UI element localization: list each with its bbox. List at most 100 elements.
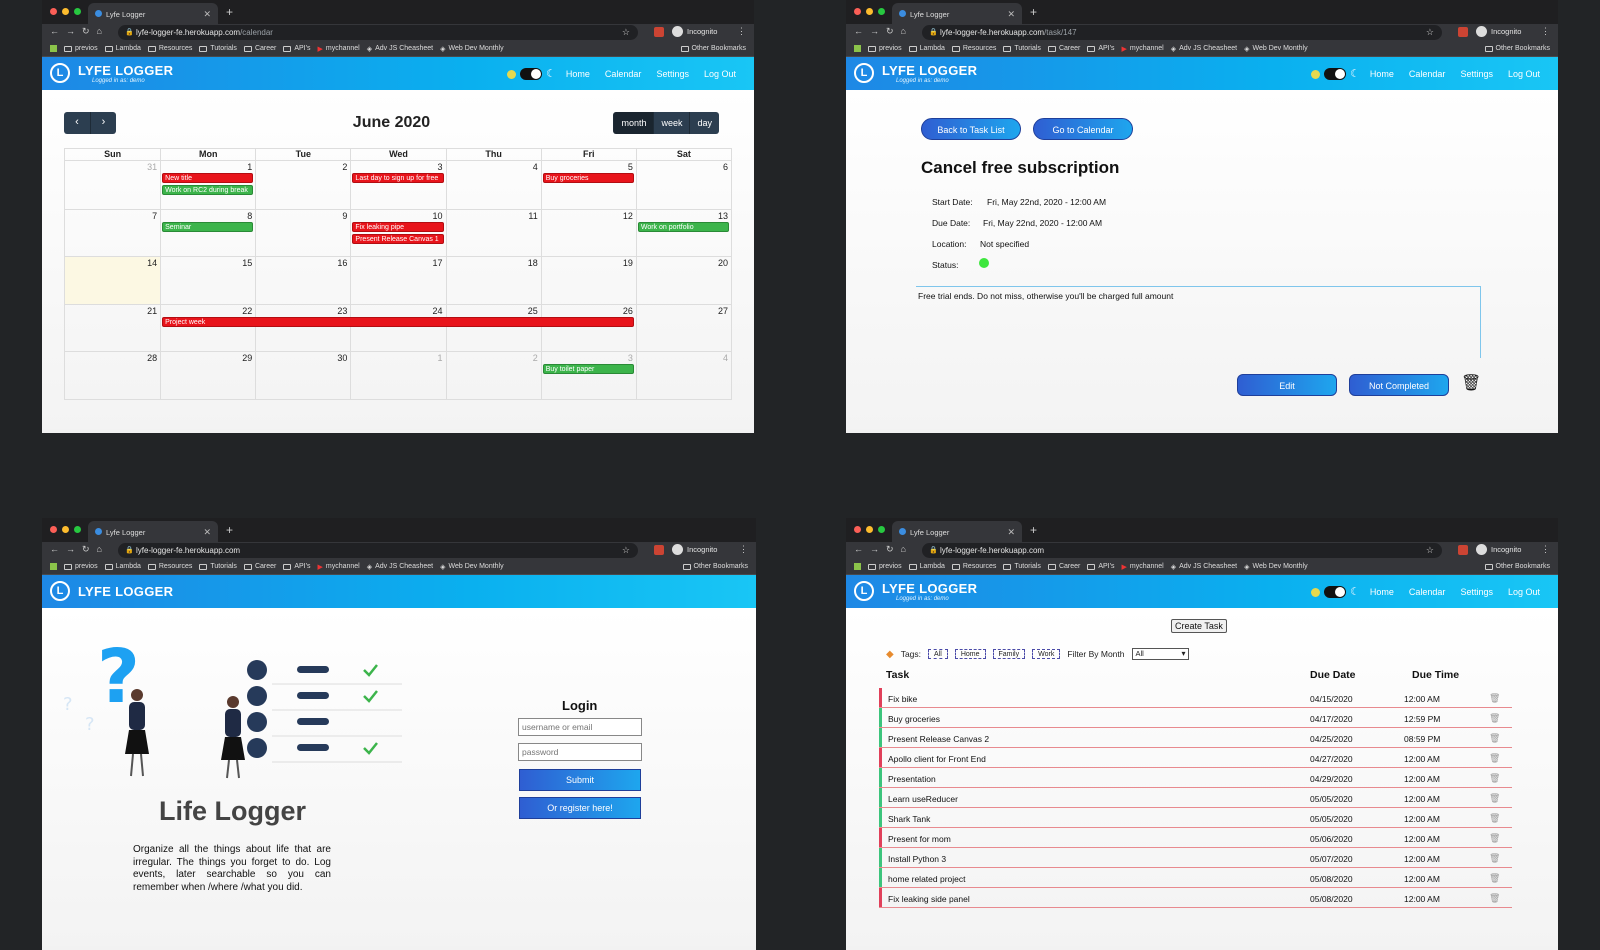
bookmark-item[interactable]: Career (243, 563, 276, 570)
day-number[interactable]: 29 (242, 353, 252, 363)
theme-toggle[interactable]: ☾ (507, 68, 556, 80)
brand-name[interactable]: LYFE LOGGER (78, 584, 173, 599)
bookmark-item[interactable]: ◈ Web Dev Monthly (1244, 45, 1308, 53)
bookmark-item[interactable]: ◈ Adv JS Cheasheet (1171, 45, 1237, 53)
other-bookmarks[interactable]: Other Bookmarks (680, 45, 746, 52)
delete-task-icon[interactable]: 🗑 (1489, 773, 1500, 784)
theme-toggle[interactable]: ☾ (1311, 586, 1360, 598)
day-cell[interactable]: 19 (540, 257, 636, 304)
bookmark-item[interactable]: Lambda (908, 45, 945, 52)
delete-task-icon[interactable]: 🗑 (1489, 693, 1500, 704)
maximize-dot[interactable] (878, 8, 885, 15)
bookmark-item[interactable]: API's (283, 563, 310, 570)
nav-home[interactable]: Home (1370, 69, 1394, 79)
task-description[interactable]: Free trial ends. Do not miss, otherwise … (916, 286, 1481, 358)
task-row[interactable]: Shark Tank 05/05/2020 12:00 AM 🗑 (879, 808, 1512, 828)
bookmark-item[interactable]: Tutorials (199, 45, 237, 52)
browser-tab[interactable]: Lyfe Logger ✕ (892, 521, 1022, 542)
logo-icon[interactable]: L (854, 581, 874, 601)
tag-all-button[interactable]: All (928, 649, 948, 659)
bookmark-item[interactable]: ▶ mychannel (317, 45, 359, 53)
task-row[interactable]: Buy groceries 04/17/2020 12:59 PM 🗑 (879, 708, 1512, 728)
bookmark-item[interactable]: ▶ mychannel (1121, 45, 1163, 53)
task-row[interactable]: Present Release Canvas 2 04/25/2020 08:59 … (879, 728, 1512, 748)
extension-icon[interactable] (1458, 27, 1468, 37)
reload-icon[interactable]: ↻ (886, 26, 894, 37)
calendar-event[interactable]: Work on portfolio (637, 221, 729, 232)
day-number[interactable]: 12 (623, 211, 633, 221)
new-tab-icon[interactable]: + (226, 5, 233, 19)
delete-task-icon[interactable]: 🗑 (1489, 733, 1500, 744)
day-cell[interactable]: 6 (635, 161, 731, 209)
bookmark-item[interactable]: Career (243, 45, 276, 52)
browser-menu-icon[interactable]: ⋮ (739, 544, 748, 555)
forward-icon[interactable]: → (66, 26, 75, 37)
address-bar[interactable]: 🔒 lyfe-logger-fe.herokuapp.com ☆ (922, 543, 1442, 558)
day-number[interactable]: 23 (337, 306, 347, 316)
tag-family-button[interactable]: Family (992, 649, 1026, 659)
brand-name[interactable]: LYFE LOGGER (78, 63, 173, 78)
task-row[interactable]: Present for mom 05/06/2020 12:00 AM 🗑 (879, 828, 1512, 848)
day-cell[interactable]: 8 (160, 209, 255, 256)
bookmark-item[interactable]: API's (283, 45, 310, 52)
theme-toggle[interactable]: ☾ (1311, 68, 1360, 80)
task-row[interactable]: Apollo client for Front End 04/27/2020 12:… (879, 748, 1512, 768)
day-cell[interactable]: 16 (255, 257, 350, 304)
day-cell[interactable]: 25 (445, 304, 541, 351)
incognito-badge[interactable]: Incognito (672, 26, 717, 37)
bookmark-star-icon[interactable]: ☆ (622, 27, 630, 38)
nav-settings[interactable]: Settings (656, 69, 689, 79)
bookmark-item[interactable]: Resources (951, 563, 996, 570)
day-cell[interactable]: 15 (160, 257, 255, 304)
calendar-event[interactable]: Buy toilet paper (542, 364, 634, 374)
back-to-task-list-button[interactable]: Back to Task List (921, 118, 1021, 140)
tag-work-button[interactable]: Work (1032, 649, 1061, 659)
create-task-button[interactable]: Create Task (1171, 619, 1227, 633)
logo-icon[interactable]: L (854, 63, 874, 83)
bookmark-item[interactable]: previos (64, 563, 98, 570)
task-row[interactable]: Learn useReducer 05/05/2020 12:00 AM 🗑 (879, 788, 1512, 808)
browser-tab[interactable]: Lyfe Logger ✕ (88, 521, 218, 542)
home-icon[interactable]: ⌂ (901, 544, 906, 555)
nav-calendar[interactable]: Calendar (1409, 69, 1446, 79)
nav-logout[interactable]: Log Out (1508, 587, 1540, 597)
delete-task-icon[interactable]: 🗑 (1489, 793, 1500, 804)
apps-icon[interactable] (854, 45, 861, 52)
day-cell[interactable]: 27 (635, 304, 731, 351)
address-bar[interactable]: 🔒 lyfe-logger-fe.herokuapp.com ☆ (118, 543, 638, 558)
address-bar[interactable]: 🔒 lyfe-logger-fe.herokuapp.com/task/147 ☆ (922, 25, 1442, 40)
day-cell[interactable]: 3 (350, 161, 445, 209)
address-bar[interactable]: 🔒 lyfe-logger-fe.herokuapp.com/calendar ☆ (118, 25, 638, 40)
browser-menu-icon[interactable]: ⋮ (1541, 26, 1550, 37)
bookmark-item[interactable]: Tutorials (199, 563, 237, 570)
day-number[interactable]: 1 (438, 353, 443, 363)
browser-tab[interactable]: Lyfe Logger ✕ (88, 3, 218, 24)
day-number[interactable]: 11 (528, 211, 537, 221)
new-tab-icon[interactable]: + (1030, 523, 1037, 537)
nav-logout[interactable]: Log Out (704, 69, 736, 79)
other-bookmarks[interactable]: Other Bookmarks (682, 563, 748, 570)
bookmark-item[interactable]: ◈ Adv JS Cheasheet (1171, 563, 1237, 571)
day-cell[interactable]: 22 (160, 304, 255, 351)
calendar-event[interactable]: Fix leaking pipe (352, 221, 444, 232)
forward-icon[interactable]: → (870, 544, 879, 555)
task-row[interactable]: Install Python 3 05/07/2020 12:00 AM 🗑 (879, 848, 1512, 868)
day-cell[interactable]: 17 (350, 257, 445, 304)
day-number[interactable]: 18 (528, 258, 538, 268)
theme-switch[interactable] (520, 68, 543, 80)
bookmark-item[interactable]: ◈ Adv JS Cheasheet (367, 563, 433, 571)
day-number[interactable]: 15 (242, 258, 252, 268)
incognito-badge[interactable]: Incognito (1476, 26, 1521, 37)
day-cell[interactable]: 12 (540, 209, 636, 256)
bookmark-item[interactable]: Tutorials (1003, 45, 1041, 52)
not-completed-button[interactable]: Not Completed (1349, 374, 1449, 396)
nav-settings[interactable]: Settings (1460, 69, 1493, 79)
calendar-event[interactable]: Work on RC2 during break (162, 185, 254, 195)
day-cell[interactable]: 5 (540, 161, 636, 209)
edit-button[interactable]: Edit (1237, 374, 1337, 396)
new-tab-icon[interactable]: + (1030, 5, 1037, 19)
day-number[interactable]: 7 (152, 211, 157, 221)
brand-name[interactable]: LYFE LOGGER (882, 581, 977, 596)
day-cell[interactable]: 7 (65, 210, 160, 257)
day-number[interactable]: 19 (623, 258, 633, 268)
